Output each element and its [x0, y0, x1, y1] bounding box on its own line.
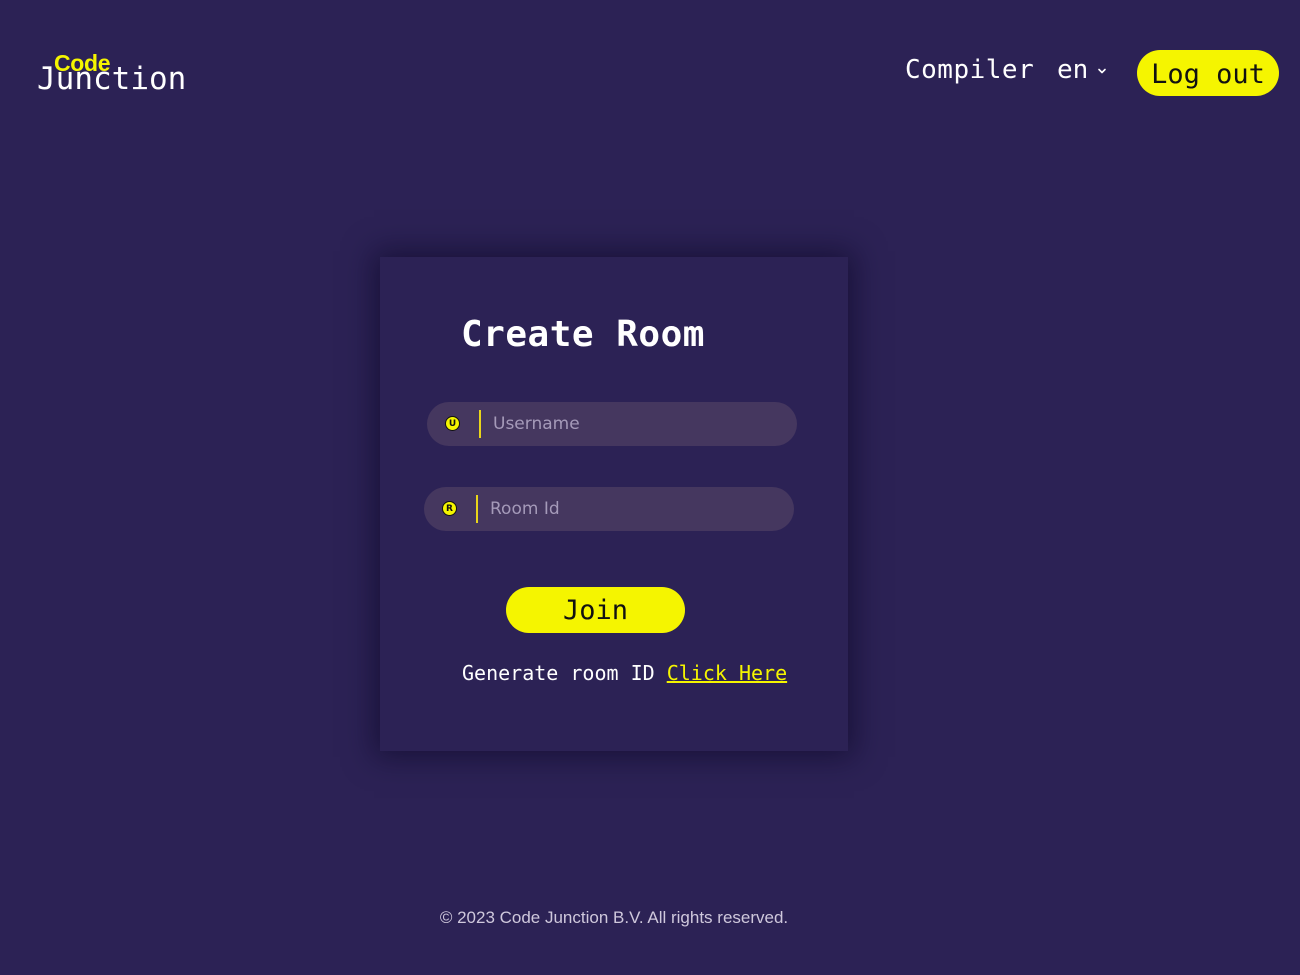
page: Junction Code Compiler en Log out Create… — [0, 0, 1300, 975]
generate-room-link[interactable]: Click Here — [667, 661, 787, 685]
logo[interactable]: Junction Code — [37, 50, 217, 100]
footer-copyright: © 2023 Code Junction B.V. All rights res… — [439, 908, 789, 927]
field-divider — [479, 410, 481, 438]
language-label: en — [1057, 55, 1089, 85]
join-button[interactable]: Join — [506, 587, 685, 633]
nav-compiler-link[interactable]: Compiler — [905, 54, 1034, 86]
generate-room-text: Generate room ID — [462, 661, 655, 685]
room-id-field[interactable]: R — [424, 487, 794, 531]
room-id-input[interactable] — [490, 495, 780, 523]
logout-button[interactable]: Log out — [1137, 50, 1279, 96]
language-select[interactable]: en — [1057, 54, 1107, 86]
create-room-card: Create Room U R Join Generate room ID Cl… — [380, 257, 848, 751]
username-input[interactable] — [493, 410, 783, 438]
username-field[interactable]: U — [427, 402, 797, 446]
card-title: Create Room — [461, 314, 705, 355]
generate-room-line: Generate room ID Click Here — [462, 660, 787, 686]
user-icon: U — [445, 416, 460, 431]
field-divider — [476, 495, 478, 523]
logo-code-text: Code — [54, 50, 111, 76]
chevron-down-icon — [1098, 68, 1107, 74]
room-icon: R — [442, 501, 457, 516]
